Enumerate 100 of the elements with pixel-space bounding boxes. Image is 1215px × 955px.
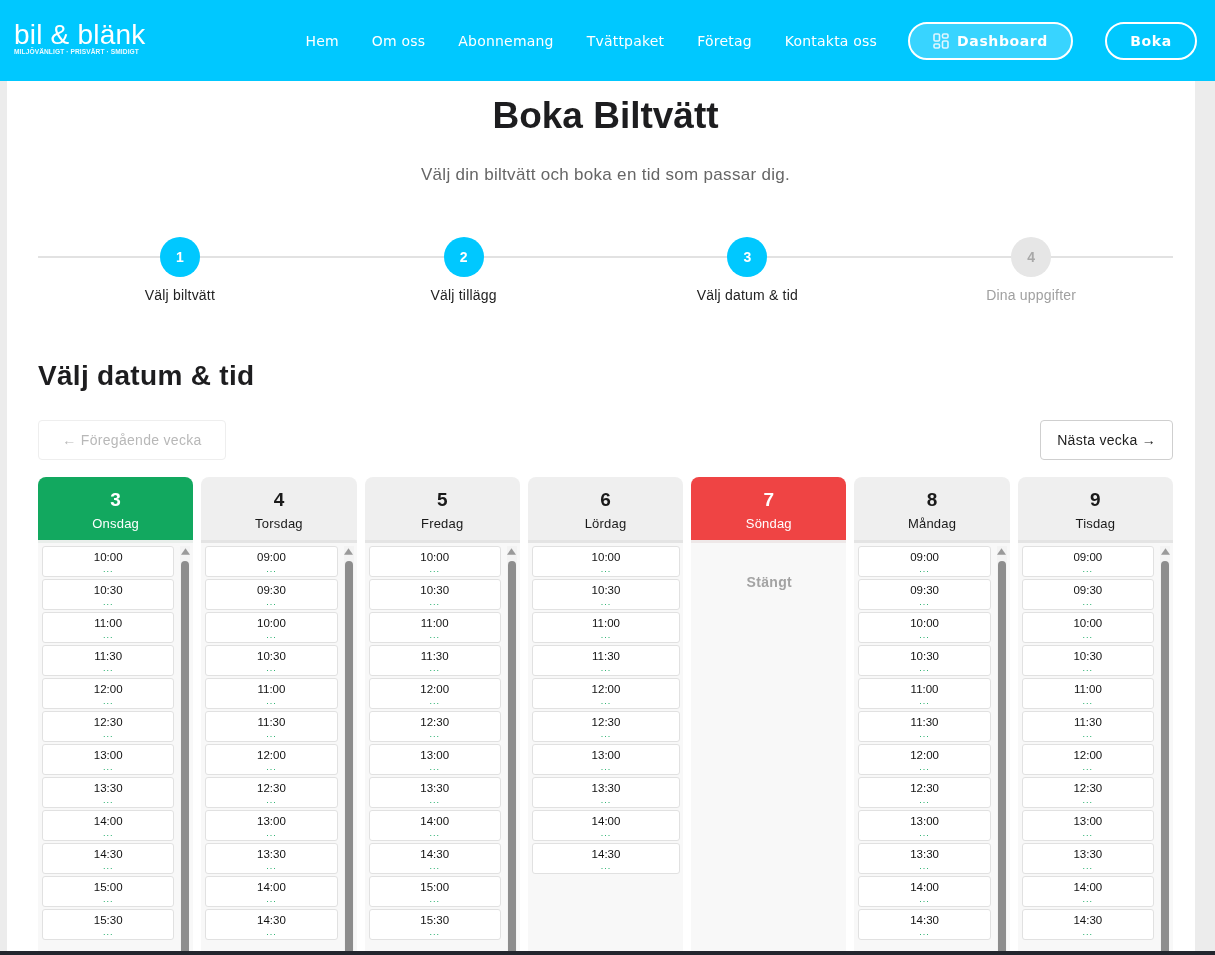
scrollbar[interactable] [506, 546, 517, 951]
scrollbar[interactable] [343, 546, 354, 951]
time-slot[interactable]: 13:00 ... [531, 744, 681, 775]
day-date: 6 [600, 489, 611, 511]
time-slot[interactable]: 14:30 ... [205, 909, 338, 940]
caret-up-icon[interactable] [507, 548, 517, 555]
time-slot[interactable]: 12:00 ... [1021, 744, 1154, 775]
time-slot[interactable]: 10:00 ... [205, 612, 338, 643]
time-slot[interactable]: 12:30 ... [1021, 777, 1154, 808]
caret-up-icon[interactable] [997, 548, 1007, 555]
time-slot[interactable]: 11:30 ... [205, 711, 338, 742]
scrollbar-thumb[interactable] [344, 561, 353, 951]
time-slot[interactable]: 11:00 ... [42, 612, 175, 643]
time-slot[interactable]: 13:30 ... [205, 843, 338, 874]
time-slot[interactable]: 12:30 ... [858, 777, 991, 808]
time-slot[interactable]: 14:00 ... [531, 810, 681, 841]
time-slot[interactable]: 09:00 ... [205, 546, 338, 577]
scrollbar[interactable] [1160, 546, 1170, 951]
time-slot[interactable]: 10:30 ... [531, 579, 681, 610]
time-slot[interactable]: 13:00 ... [42, 744, 175, 775]
caret-up-icon[interactable] [1160, 548, 1170, 555]
time-slot[interactable]: 10:30 ... [858, 645, 991, 676]
time-slot[interactable]: 11:30 ... [1021, 711, 1154, 742]
day-date: 3 [110, 489, 121, 511]
scrollbar-thumb[interactable] [507, 561, 516, 951]
closed-label: Stängt [745, 573, 793, 592]
time-slot[interactable]: 14:00 ... [368, 810, 501, 841]
time-slot[interactable]: 15:30 ... [368, 909, 501, 940]
time-slot[interactable]: 13:30 ... [1021, 843, 1154, 874]
time-slot[interactable]: 14:00 ... [1021, 876, 1154, 907]
time-slot[interactable]: 12:30 ... [42, 711, 175, 742]
time-slot[interactable]: 14:00 ... [858, 876, 991, 907]
time-slot[interactable]: 11:00 ... [368, 612, 501, 643]
time-slot[interactable]: 12:00 ... [368, 678, 501, 709]
time-slot[interactable]: 12:00 ... [858, 744, 991, 775]
time-slot[interactable]: 11:30 ... [531, 645, 681, 676]
time-slot[interactable]: 10:30 ... [205, 645, 338, 676]
day-header[interactable]: 5 Fredag [364, 477, 520, 543]
step-label: Dina uppgifter [986, 286, 1077, 304]
time-slot[interactable]: 11:00 ... [858, 678, 991, 709]
time-slot[interactable]: 14:00 ... [205, 876, 338, 907]
scrollbar-thumb[interactable] [997, 561, 1006, 951]
time-slot[interactable]: 12:30 ... [368, 711, 501, 742]
time-slot[interactable]: 12:30 ... [205, 777, 338, 808]
time-slot[interactable]: 11:30 ... [42, 645, 175, 676]
time-slot[interactable]: 09:30 ... [858, 579, 991, 610]
next-week-button[interactable]: Nästa vecka → [1040, 420, 1173, 460]
weekday-label: Söndag [745, 516, 792, 532]
time-slot[interactable]: 10:00 ... [858, 612, 991, 643]
time-slot[interactable]: 14:30 ... [42, 843, 175, 874]
time-slot[interactable]: 10:00 ... [368, 546, 501, 577]
time-slot[interactable]: 14:00 ... [42, 810, 175, 841]
time-slot[interactable]: 14:30 ... [368, 843, 501, 874]
time-slot[interactable]: 09:00 ... [1021, 546, 1154, 577]
scrollbar[interactable] [180, 546, 191, 951]
time-slot[interactable]: 10:00 ... [42, 546, 175, 577]
time-slot[interactable]: 10:30 ... [42, 579, 175, 610]
time-slot[interactable]: 13:30 ... [858, 843, 991, 874]
time-slot[interactable]: 13:30 ... [368, 777, 501, 808]
time-slot[interactable]: 11:30 ... [858, 711, 991, 742]
time-slot[interactable]: 11:30 ... [368, 645, 501, 676]
time-slot[interactable]: 13:00 ... [858, 810, 991, 841]
page-title: Boka Biltvätt [491, 96, 720, 136]
time-slot[interactable]: 09:30 ... [205, 579, 338, 610]
scrollbar[interactable] [996, 546, 1007, 951]
weekday-label: Torsdag [255, 516, 303, 532]
day-header[interactable]: 4 Torsdag [201, 477, 357, 543]
time-slot[interactable]: 14:30 ... [858, 909, 991, 940]
time-slot[interactable]: 12:30 ... [531, 711, 681, 742]
scrollbar-thumb[interactable] [1161, 561, 1169, 951]
caret-up-icon[interactable] [344, 548, 354, 555]
time-slot[interactable]: 12:00 ... [205, 744, 338, 775]
time-slot[interactable]: 11:00 ... [1021, 678, 1154, 709]
caret-up-icon[interactable] [180, 548, 190, 555]
time-slot[interactable]: 13:00 ... [368, 744, 501, 775]
time-slot[interactable]: 15:00 ... [42, 876, 175, 907]
day-header[interactable]: 8 Måndag [854, 477, 1010, 543]
time-slot[interactable]: 13:30 ... [531, 777, 681, 808]
time-slot[interactable]: 10:00 ... [531, 546, 681, 577]
time-slot[interactable]: 10:30 ... [368, 579, 501, 610]
grid-icon [933, 32, 950, 49]
time-slot[interactable]: 13:30 ... [42, 777, 175, 808]
time-slot[interactable]: 14:30 ... [531, 843, 681, 874]
scrollbar-thumb[interactable] [181, 561, 190, 951]
time-slot[interactable]: 11:00 ... [531, 612, 681, 643]
time-slot[interactable]: 14:30 ... [1021, 909, 1154, 940]
time-slot[interactable]: 10:00 ... [1021, 612, 1154, 643]
time-slot[interactable]: 11:00 ... [205, 678, 338, 709]
time-slot[interactable]: 09:30 ... [1021, 579, 1154, 610]
day-header[interactable]: 7 Söndag [691, 477, 847, 543]
time-slot[interactable]: 13:00 ... [205, 810, 338, 841]
time-slot[interactable]: 15:00 ... [368, 876, 501, 907]
time-slot[interactable]: 12:00 ... [531, 678, 681, 709]
day-header[interactable]: 9 Tisdag [1017, 477, 1173, 543]
time-slot[interactable]: 12:00 ... [42, 678, 175, 709]
time-slot[interactable]: 13:00 ... [1021, 810, 1154, 841]
day-header[interactable]: 6 Lördag [527, 477, 684, 543]
time-slot[interactable]: 10:30 ... [1021, 645, 1154, 676]
time-slot[interactable]: 09:00 ... [858, 546, 991, 577]
time-slot[interactable]: 15:30 ... [42, 909, 175, 940]
